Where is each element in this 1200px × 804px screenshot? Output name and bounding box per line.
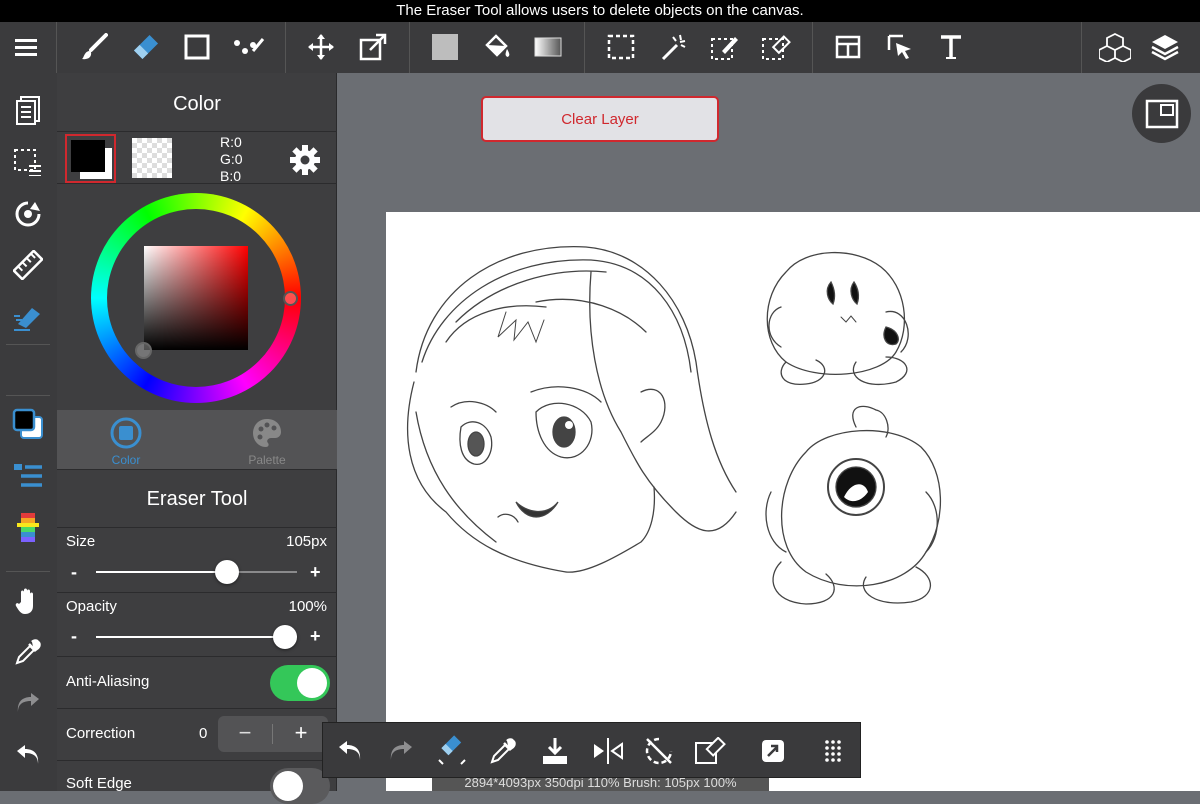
- rgb-r: R:0: [220, 134, 242, 150]
- transparent-swatch[interactable]: [132, 138, 172, 178]
- color-tab-icon: [110, 417, 142, 449]
- main-color-swatch[interactable]: [65, 134, 116, 183]
- brush-list-icon[interactable]: [10, 458, 46, 494]
- tab-palette[interactable]: Palette: [237, 417, 297, 467]
- size-label: Size: [66, 533, 96, 550]
- size-slider[interactable]: [96, 560, 297, 584]
- canvas-status: 2894*4093px 350dpi 110% Brush: 105px 100…: [432, 778, 769, 791]
- opacity-slider-fill: [96, 636, 285, 638]
- fill-color-icon[interactable]: [428, 30, 462, 64]
- ruler-icon[interactable]: [10, 247, 46, 283]
- navigator-button[interactable]: [1132, 84, 1191, 143]
- palette-strip-icon[interactable]: [10, 510, 46, 546]
- color-tabs: Color Palette: [57, 410, 337, 469]
- rectangle-icon[interactable]: [180, 30, 214, 64]
- tooltip-banner: The Eraser Tool allows users to delete o…: [0, 0, 1200, 22]
- hand-icon[interactable]: [10, 583, 46, 619]
- hue-handle[interactable]: [283, 291, 298, 306]
- eraser-icon[interactable]: [129, 30, 163, 64]
- select-pen-icon[interactable]: [708, 30, 742, 64]
- correction-decrement-button[interactable]: −: [218, 716, 272, 752]
- rotate-icon[interactable]: [10, 196, 46, 232]
- undo-icon[interactable]: [332, 733, 368, 769]
- rotate-lock-icon[interactable]: [641, 733, 677, 769]
- canvas[interactable]: [386, 212, 1200, 791]
- opacity-slider[interactable]: [96, 625, 297, 649]
- gradient-icon[interactable]: [531, 30, 565, 64]
- correction-label: Correction: [66, 725, 136, 742]
- correction-value: 0: [199, 725, 208, 742]
- clear-icon[interactable]: [692, 733, 728, 769]
- top-toolbar: [0, 22, 1200, 73]
- operation-icon[interactable]: [883, 30, 917, 64]
- pages-icon[interactable]: [10, 92, 46, 128]
- undo-icon[interactable]: [10, 737, 46, 773]
- opacity-slider-knob[interactable]: [273, 625, 297, 649]
- text-icon[interactable]: [934, 30, 968, 64]
- flip-icon[interactable]: [590, 733, 626, 769]
- tool-panel-title: Eraser Tool: [146, 488, 248, 510]
- tab-color-label: Color: [111, 453, 141, 467]
- sketch-artwork: [406, 246, 942, 605]
- magic-wand-icon[interactable]: [656, 30, 690, 64]
- rgb-g: G:0: [220, 151, 243, 167]
- more-icon[interactable]: [815, 733, 851, 769]
- tab-color[interactable]: Color: [96, 417, 156, 467]
- color-panel-title: Color: [173, 93, 221, 115]
- soft-edge-label: Soft Edge: [66, 775, 132, 792]
- snap-icon[interactable]: [10, 299, 46, 335]
- tab-palette-label: Palette: [248, 453, 286, 467]
- soft-edge-toggle[interactable]: [270, 768, 330, 804]
- select-rect-icon[interactable]: [604, 30, 638, 64]
- palette-icon: [253, 419, 281, 447]
- left-rail: [0, 73, 57, 791]
- clear-layer-button[interactable]: Clear Layer: [481, 96, 719, 142]
- eyedropper-icon[interactable]: [10, 634, 46, 670]
- size-slider-fill: [96, 571, 227, 573]
- size-value: 105px: [286, 533, 327, 550]
- dot-line-icon[interactable]: [232, 30, 266, 64]
- gear-icon[interactable]: [288, 143, 322, 177]
- frame-icon[interactable]: [831, 30, 865, 64]
- eraser-transform-icon[interactable]: [434, 733, 470, 769]
- opacity-plus-button[interactable]: +: [310, 626, 321, 647]
- color-wheel[interactable]: [91, 193, 301, 403]
- anti-aliasing-label: Anti-Aliasing: [66, 673, 150, 690]
- save-icon[interactable]: [537, 733, 573, 769]
- move-icon[interactable]: [304, 30, 338, 64]
- color-swatch-icon[interactable]: [10, 406, 46, 442]
- redo-icon[interactable]: [383, 733, 419, 769]
- share-icon[interactable]: [755, 733, 791, 769]
- eyedropper-icon[interactable]: [485, 733, 521, 769]
- tool-panel: Color R:0 G:0 B:0 Color Palette Eraser T…: [57, 73, 337, 804]
- transform-icon[interactable]: [356, 30, 390, 64]
- menu-icon[interactable]: [9, 30, 43, 64]
- 3d-material-icon[interactable]: [1098, 30, 1132, 64]
- brush-icon[interactable]: [77, 30, 111, 64]
- size-slider-knob[interactable]: [215, 560, 239, 584]
- redo-icon[interactable]: [10, 685, 46, 721]
- selection-icon[interactable]: [10, 144, 46, 180]
- bucket-icon[interactable]: [480, 30, 514, 64]
- correction-stepper: − +: [218, 716, 328, 752]
- opacity-label: Opacity: [66, 598, 117, 615]
- size-plus-button[interactable]: +: [310, 562, 321, 583]
- correction-increment-button[interactable]: +: [274, 716, 328, 752]
- saturation-square[interactable]: [144, 246, 248, 350]
- navigator-icon: [1145, 99, 1178, 128]
- sv-handle[interactable]: [135, 342, 152, 359]
- anti-aliasing-toggle[interactable]: [270, 665, 330, 701]
- size-minus-button[interactable]: -: [71, 562, 77, 583]
- opacity-minus-button[interactable]: -: [71, 626, 77, 647]
- bottom-toolbar: [322, 722, 861, 778]
- opacity-value: 100%: [288, 598, 327, 615]
- layers-icon[interactable]: [1148, 30, 1182, 64]
- rgb-readout: R:0 G:0 B:0: [220, 134, 243, 185]
- select-eraser-icon[interactable]: [759, 30, 793, 64]
